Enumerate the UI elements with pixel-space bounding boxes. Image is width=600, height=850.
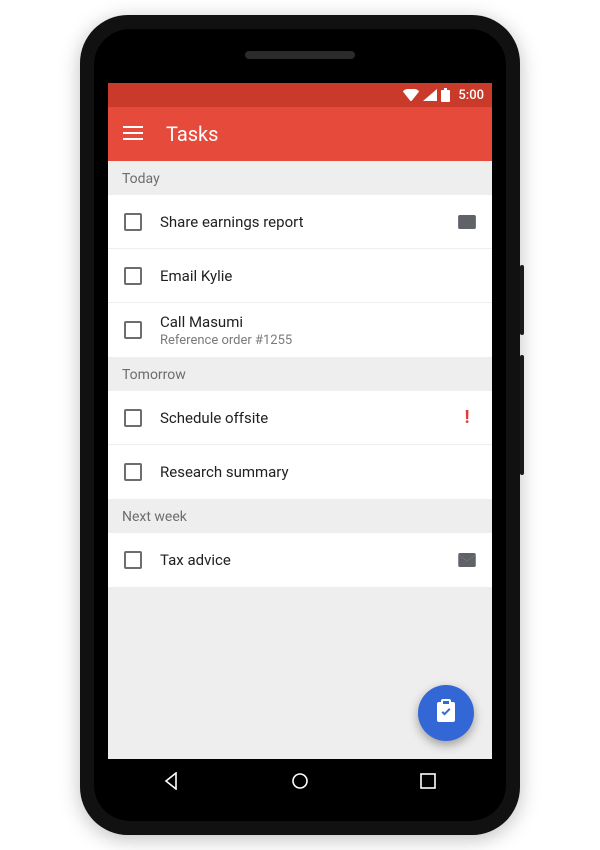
wifi-icon <box>403 89 419 101</box>
task-checkbox[interactable] <box>124 321 142 339</box>
task-title: Call Masumi <box>160 313 478 331</box>
menu-icon <box>123 125 143 144</box>
recents-button[interactable] <box>396 763 460 803</box>
task-text: Email Kylie <box>160 267 478 285</box>
system-nav-bar <box>108 759 492 807</box>
recents-icon <box>420 773 436 793</box>
tasks-group: Share earnings report Email Kylie <box>108 195 492 357</box>
app-bar: Tasks <box>108 107 492 161</box>
task-subtitle: Reference order #1255 <box>160 333 478 348</box>
task-text: Research summary <box>160 463 478 481</box>
status-bar: 5:00 <box>108 83 492 107</box>
task-title: Email Kylie <box>160 267 478 285</box>
task-row[interactable]: Schedule offsite ! <box>108 391 492 445</box>
screen: 5:00 Tasks Today <box>108 83 492 807</box>
task-row[interactable]: Research summary <box>108 445 492 499</box>
tasks-group: Tax advice <box>108 533 492 587</box>
task-checkbox[interactable] <box>124 551 142 569</box>
back-icon <box>163 772 181 794</box>
task-text: Call Masumi Reference order #1255 <box>160 313 478 348</box>
priority-icon: ! <box>456 407 478 428</box>
content-area: Today Share earnings report <box>108 161 492 759</box>
task-title: Share earnings report <box>160 213 438 231</box>
phone-side-button <box>520 265 524 335</box>
page-title: Tasks <box>166 122 219 146</box>
task-title: Research summary <box>160 463 478 481</box>
phone-side-button <box>520 355 524 475</box>
task-text: Schedule offsite <box>160 409 438 427</box>
tasks-group: Schedule offsite ! Research summary <box>108 391 492 499</box>
task-checkbox[interactable] <box>124 463 142 481</box>
task-checkbox[interactable] <box>124 267 142 285</box>
task-row[interactable]: Call Masumi Reference order #1255 <box>108 303 492 357</box>
menu-button[interactable] <box>122 123 144 145</box>
home-button[interactable] <box>268 763 332 803</box>
home-icon <box>290 771 310 795</box>
section-header-next-week: Next week <box>108 499 492 533</box>
signal-icon <box>423 89 437 101</box>
phone-frame: 5:00 Tasks Today <box>80 15 520 835</box>
mail-icon <box>456 553 478 567</box>
phone-speaker <box>245 51 355 59</box>
task-checkbox[interactable] <box>124 409 142 427</box>
section-header-tomorrow: Tomorrow <box>108 357 492 391</box>
back-button[interactable] <box>140 763 204 803</box>
task-row[interactable]: Share earnings report <box>108 195 492 249</box>
task-text: Tax advice <box>160 551 438 569</box>
phone-inner: 5:00 Tasks Today <box>94 29 506 821</box>
task-row[interactable]: Email Kylie <box>108 249 492 303</box>
clipboard-check-icon <box>435 699 457 727</box>
task-checkbox[interactable] <box>124 213 142 231</box>
section-header-today: Today <box>108 161 492 195</box>
add-task-button[interactable] <box>418 685 474 741</box>
task-text: Share earnings report <box>160 213 438 231</box>
status-time: 5:00 <box>458 88 484 103</box>
battery-icon <box>441 88 450 102</box>
task-title: Tax advice <box>160 551 438 569</box>
empty-space <box>108 587 492 641</box>
task-title: Schedule offsite <box>160 409 438 427</box>
task-row[interactable]: Tax advice <box>108 533 492 587</box>
mail-icon <box>456 215 478 229</box>
